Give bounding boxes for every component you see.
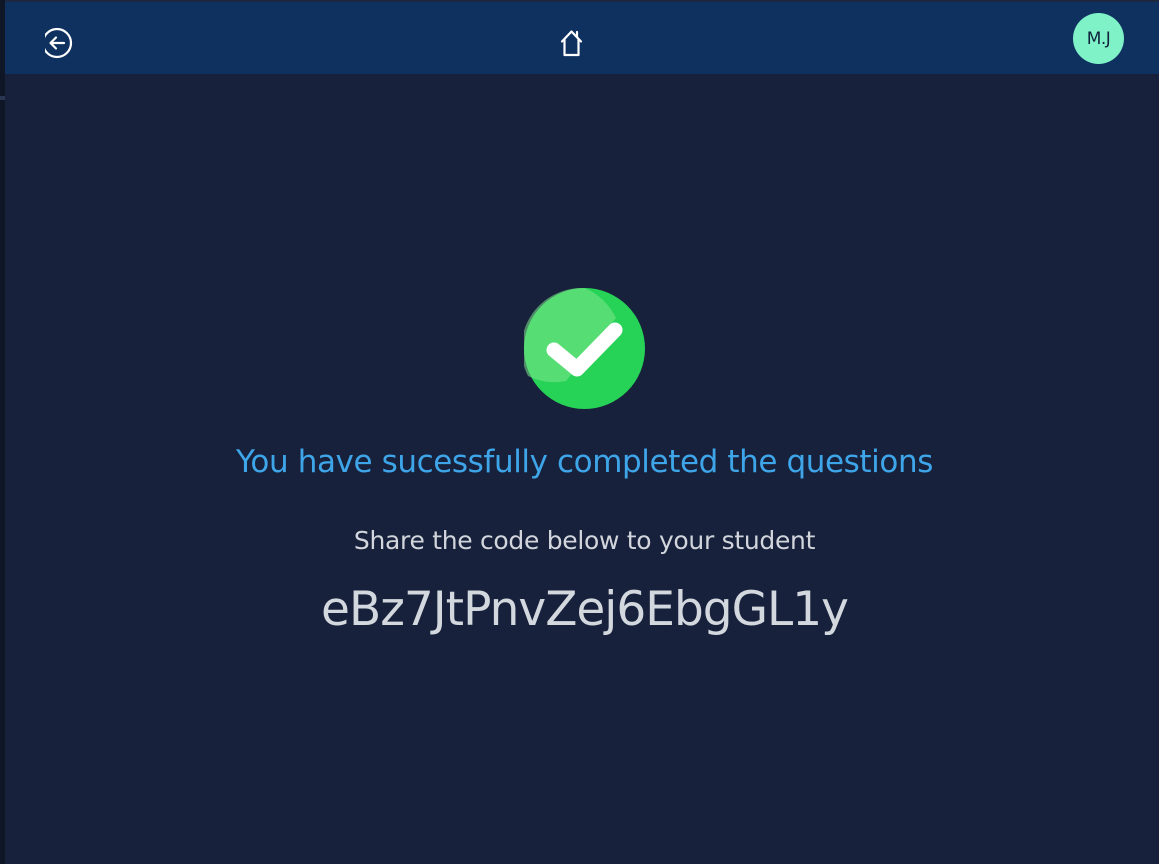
arrow-left-circle-icon <box>41 27 73 59</box>
home-button[interactable] <box>559 28 593 62</box>
window-left-edge <box>0 0 5 864</box>
avatar-initials: M.J <box>1086 28 1111 49</box>
completion-title: You have sucessfully completed the quest… <box>236 444 933 480</box>
left-edge-marker <box>0 96 5 100</box>
share-code-value[interactable]: eBz7JtPnvZej6EbgGL1y <box>0 580 1159 640</box>
back-button[interactable] <box>41 27 79 62</box>
check-circle-icon <box>524 288 645 409</box>
app-window: M.J You have sucessfully completed the q… <box>0 0 1159 864</box>
share-code-label: Share the code below to your student <box>353 526 816 555</box>
home-icon <box>560 30 583 57</box>
top-navigation-bar <box>5 2 1159 74</box>
user-avatar[interactable]: M.J <box>1073 13 1124 64</box>
